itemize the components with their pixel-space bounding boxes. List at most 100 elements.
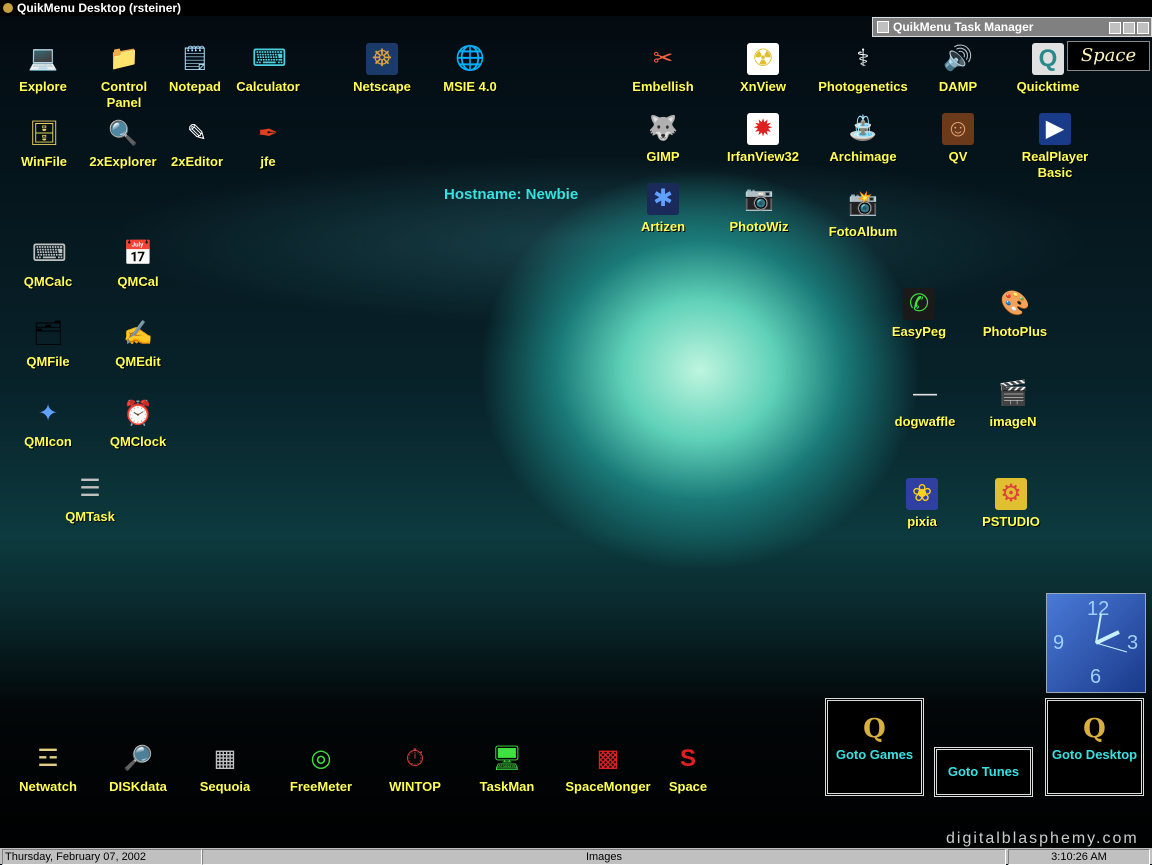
wintop-shortcut[interactable]: ⏱ WINTOP (365, 743, 465, 795)
qmfile-shortcut[interactable]: 🗂 QMFile (0, 318, 98, 370)
pixia-icon: ❀ (906, 478, 938, 510)
easypeg-shortcut[interactable]: ✆ EasyPeg (869, 288, 969, 340)
photoplus-shortcut[interactable]: 🎨 PhotoPlus (965, 288, 1065, 340)
control-panel-icon: 📁 (109, 45, 139, 72)
pstudio-shortcut[interactable]: ⚙ PSTUDIO (961, 478, 1061, 530)
clock-hands (1095, 613, 1128, 653)
shortcut-label: XnView (739, 79, 786, 94)
xnview-icon: ☢ (747, 43, 779, 75)
realplayer-icon: ▶ (1039, 113, 1071, 145)
msie-shortcut[interactable]: 🌐 MSIE 4.0 (420, 43, 520, 95)
status-time: 3:10:26 AM (1008, 849, 1150, 865)
shortcut-label: DISKdata (109, 779, 167, 794)
close-icon[interactable] (1137, 22, 1149, 34)
status-bar: Thursday, February 07, 2002 Images 3:10:… (0, 848, 1152, 865)
quikmenu-app-icon[interactable] (3, 3, 13, 13)
photowiz-shortcut[interactable]: 📷 PhotoWiz (709, 183, 809, 235)
clock-widget[interactable]: 12 3 6 9 (1046, 593, 1146, 693)
xnview-shortcut[interactable]: ☢ XnView (713, 43, 813, 95)
space-shortcut[interactable]: S Space (638, 743, 738, 795)
fotoalbum-shortcut[interactable]: 📸 FotoAlbum (813, 188, 913, 240)
palette-icon: 🎨 (1000, 290, 1030, 317)
shortcut-label: QMEdit (115, 354, 161, 369)
shortcut-label: PhotoWiz (729, 219, 789, 234)
shortcut-label: QMTask (65, 509, 115, 524)
photogenetics-icon: ⚕ (856, 45, 870, 72)
diskdata-shortcut[interactable]: 🔎 DISKdata (88, 743, 188, 795)
system-menu-icon[interactable] (877, 21, 889, 33)
globe-icon: 🌐 (455, 45, 485, 72)
freemeter-shortcut[interactable]: ◎ FreeMeter (271, 743, 371, 795)
realplayer-shortcut[interactable]: ▶ RealPlayer Basic (1005, 113, 1105, 181)
photogenetics-shortcut[interactable]: ⚕ Photogenetics (813, 43, 913, 95)
goto-desktop-button[interactable]: Q Goto Desktop (1045, 698, 1144, 796)
gimp-icon: 🐺 (648, 115, 678, 142)
sequoia-shortcut[interactable]: ▦ Sequoia (175, 743, 275, 795)
qmicon-shortcut[interactable]: ✦ QMIcon (0, 398, 98, 450)
shortcut-label: Archimage (829, 149, 897, 164)
taskman-shortcut[interactable]: 🖥 TaskMan (457, 743, 557, 795)
shortcut-label: FreeMeter (289, 779, 353, 794)
shortcut-label: QMFile (26, 354, 70, 369)
artizen-shortcut[interactable]: ✱ Artizen (613, 183, 713, 235)
embellish-shortcut[interactable]: ✂ Embellish (613, 43, 713, 95)
qmedit-shortcut[interactable]: ✍ QMEdit (88, 318, 188, 370)
dogwaffle-icon: — (913, 380, 937, 407)
window-titlebar[interactable]: QuikMenu Desktop (rsteiner) (0, 0, 1152, 16)
gimp-shortcut[interactable]: 🐺 GIMP (613, 113, 713, 165)
task-icon: ☰ (79, 475, 101, 502)
minimize-icon[interactable] (1109, 22, 1121, 34)
maximize-icon[interactable] (1123, 22, 1135, 34)
irfanview-shortcut[interactable]: ✹ IrfanView32 (713, 113, 813, 165)
calculator-icon: ⌨ (32, 240, 67, 267)
dogwaffle-shortcut[interactable]: — dogwaffle (875, 378, 975, 430)
archimage-shortcut[interactable]: ⛲ Archimage (813, 113, 913, 165)
imagen-icon: 🎬 (998, 380, 1028, 407)
goto-games-label: Goto Games (835, 747, 914, 762)
shortcut-label: EasyPeg (891, 324, 947, 339)
goto-tunes-label: Goto Tunes (947, 764, 1020, 779)
status-date: Thursday, February 07, 2002 (2, 849, 202, 865)
imagen-shortcut[interactable]: 🎬 imageN (963, 378, 1063, 430)
qv-shortcut[interactable]: ☺ QV (908, 113, 1008, 165)
jfe-shortcut[interactable]: ✒ jfe (218, 118, 318, 170)
shortcut-label: dogwaffle (894, 414, 956, 429)
easypeg-icon: ✆ (903, 288, 935, 320)
shortcut-label: Photogenetics (818, 79, 908, 94)
goto-games-button[interactable]: Q Goto Games (825, 698, 924, 796)
calculator-shortcut[interactable]: ⌨ Calculator (218, 43, 318, 95)
shortcut-label: Netwatch (19, 779, 77, 794)
qmcalc-shortcut[interactable]: ⌨ QMCalc (0, 238, 98, 290)
pixia-shortcut[interactable]: ❀ pixia (872, 478, 972, 530)
shortcut-label: WINTOP (389, 779, 441, 794)
monitor-icon: 🖥 (491, 745, 523, 772)
irfanview-icon: ✹ (747, 113, 779, 145)
qmclock-shortcut[interactable]: ⏰ QMClock (88, 398, 188, 450)
shortcut-label: FotoAlbum (828, 224, 898, 239)
qmtask-shortcut[interactable]: ☰ QMTask (40, 473, 140, 525)
netscape-shortcut[interactable]: ☸ Netscape (332, 43, 432, 95)
qmcal-shortcut[interactable]: 📅 QMCal (88, 238, 188, 290)
damp-shortcut[interactable]: 🔊 DAMP (908, 43, 1008, 95)
spacemonger-icon: ▩ (596, 745, 620, 772)
netwatch-icon: ☲ (37, 745, 59, 772)
shortcut-label: IrfanView32 (726, 149, 800, 164)
quicktime-shortcut[interactable]: Q Quicktime (998, 43, 1098, 95)
stopwatch-icon: ⏱ (405, 745, 425, 772)
shortcut-label: PSTUDIO (982, 514, 1040, 529)
netwatch-shortcut[interactable]: ☲ Netwatch (0, 743, 98, 795)
shortcut-label: Space (668, 779, 708, 794)
shortcut-label: QMClock (109, 434, 167, 449)
meter-icon: ◎ (310, 745, 332, 772)
shortcut-label: RealPlayer Basic (1021, 149, 1089, 180)
file-cabinet-icon: 🗄 (28, 120, 60, 147)
goto-desktop-label: Goto Desktop (1051, 747, 1138, 762)
embellish-icon: ✂ (652, 45, 674, 72)
task-manager-bar[interactable]: QuikMenu Task Manager (872, 17, 1152, 37)
shortcut-label: jfe (260, 154, 276, 169)
calculator-icon: ⌨ (252, 45, 287, 72)
goto-tunes-button[interactable]: Goto Tunes (934, 747, 1033, 797)
shortcut-label: TaskMan (479, 779, 535, 794)
space-icon: S (679, 745, 696, 772)
icon-editor-icon: ✦ (37, 400, 59, 427)
